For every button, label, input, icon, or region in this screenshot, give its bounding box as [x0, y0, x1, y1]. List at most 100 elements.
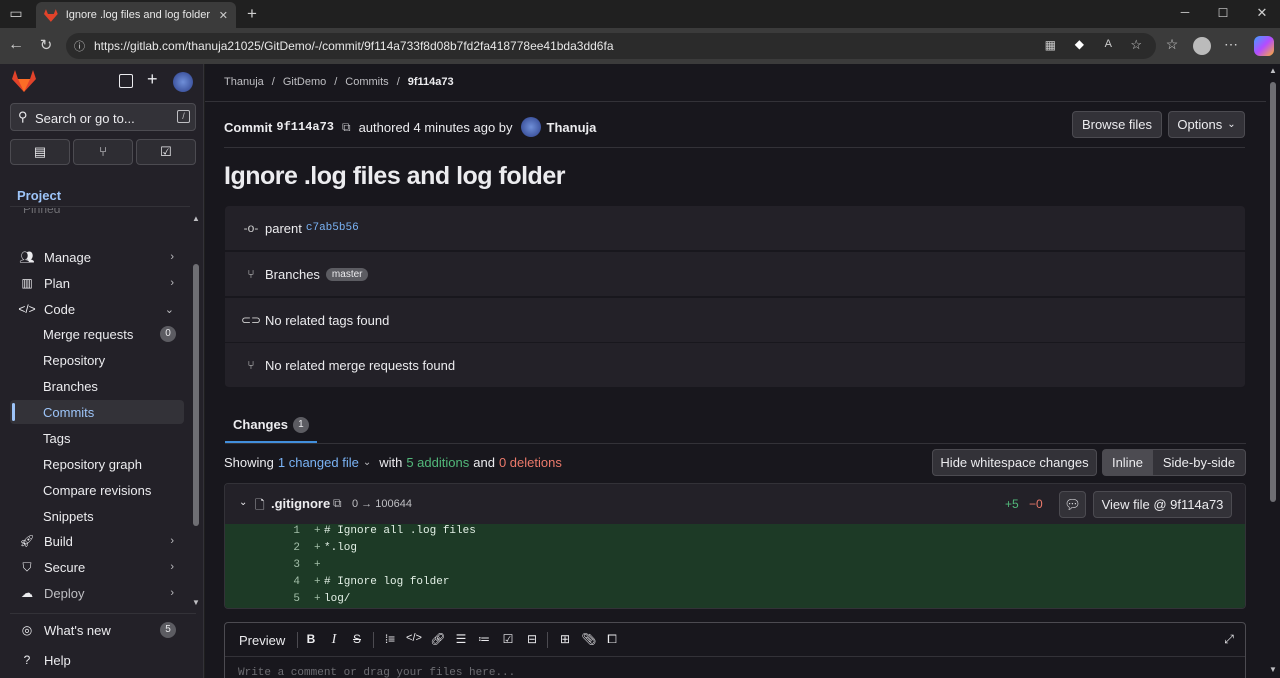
hide-whitespace-button[interactable]: Hide whitespace changes — [932, 449, 1097, 476]
sub-item-compare-revisions[interactable]: Compare revisions — [10, 478, 184, 502]
read-aloud-icon[interactable]: A — [1105, 38, 1112, 50]
more-menu-icon[interactable]: ⋯ — [1221, 36, 1241, 53]
quote-icon[interactable]: ⁞≡ — [382, 632, 398, 646]
scroll-down-arrow-icon[interactable]: ▼ — [192, 598, 200, 607]
link-icon[interactable]: 🔗︎ — [430, 632, 446, 646]
page-scrollbar[interactable]: ▲ ▼ — [1266, 64, 1280, 678]
breadcrumb-gitdemo[interactable]: GitDemo — [283, 76, 326, 88]
site-info-icon[interactable]: ⓘ — [74, 38, 85, 54]
gitlab-logo-icon[interactable] — [12, 70, 36, 92]
back-arrow-icon[interactable]: ← — [6, 36, 26, 54]
merge-requests-shortcut-button[interactable]: ⑂ — [73, 139, 133, 165]
breadcrumb-current[interactable]: 9f114a73 — [408, 76, 454, 88]
changed-file-dropdown[interactable]: 1 changed file — [278, 455, 359, 470]
help-link[interactable]: ? Help — [10, 648, 184, 672]
maximize-button[interactable]: ☐ — [1213, 6, 1233, 20]
scroll-up-arrow-icon[interactable]: ▲ — [1269, 66, 1277, 75]
tag-icon[interactable]: ◆ — [1075, 37, 1084, 51]
sub-item-repository-graph[interactable]: Repository graph — [10, 452, 184, 476]
line-number[interactable]: 1 — [280, 525, 300, 537]
app-available-icon[interactable]: ▦ — [1045, 38, 1056, 52]
fullscreen-icon[interactable]: ⤢ — [1221, 632, 1237, 647]
inline-view-button[interactable]: Inline — [1102, 449, 1153, 476]
tab-changes[interactable]: Changes 1 — [225, 408, 317, 443]
window-menu-icon[interactable]: ▭ — [6, 5, 26, 22]
plus-marker: + — [314, 576, 321, 588]
collapse-sidebar-icon[interactable] — [119, 74, 133, 88]
breadcrumb-commits[interactable]: Commits — [345, 76, 388, 88]
collapsible-section-icon[interactable]: ⊟ — [524, 632, 540, 646]
view-file-button[interactable]: View file @ 9f114a73 — [1093, 491, 1232, 518]
pinned-label[interactable]: Pinned — [23, 208, 60, 218]
quick-actions-icon[interactable]: ⧠ — [604, 632, 620, 647]
close-window-button[interactable]: ✕ — [1252, 5, 1272, 21]
sidebar-scrollbar-thumb[interactable] — [193, 264, 199, 526]
sub-item-snippets[interactable]: Snippets — [10, 504, 184, 528]
sub-item-merge-requests[interactable]: Merge requests 0 — [10, 322, 184, 346]
numbered-list-icon[interactable]: ≔ — [476, 632, 492, 646]
task-list-icon[interactable]: ☑ — [500, 632, 516, 646]
favorites-icon[interactable]: ☆ — [1162, 36, 1182, 53]
new-tab-button[interactable]: + — [242, 4, 262, 24]
breadcrumb-thanuja[interactable]: Thanuja — [224, 76, 264, 88]
todos-shortcut-button[interactable]: ☑ — [136, 139, 196, 165]
side-by-side-view-button[interactable]: Side-by-side — [1152, 449, 1246, 476]
sub-item-repository[interactable]: Repository — [10, 348, 184, 372]
reload-icon[interactable]: ↻ — [36, 36, 56, 54]
nav-item-secure[interactable]: ⛉ Secure › — [10, 555, 184, 579]
whats-new-link[interactable]: ◎ What's new 5 — [10, 618, 184, 642]
sub-item-commits[interactable]: Commits — [10, 400, 184, 424]
sidebar-scrollbar[interactable]: ▲ ▼ — [192, 214, 202, 609]
preview-toggle[interactable]: Preview — [239, 633, 285, 648]
issues-shortcut-button[interactable]: ▤ — [10, 139, 70, 165]
browse-files-button[interactable]: Browse files — [1072, 111, 1162, 138]
tab-close-icon[interactable]: ✕ — [219, 9, 228, 22]
page-scrollbar-thumb[interactable] — [1270, 82, 1276, 502]
bold-icon[interactable]: B — [303, 632, 319, 646]
line-number[interactable]: 3 — [280, 559, 300, 571]
bullet-list-icon[interactable]: ☰ — [453, 632, 469, 646]
italic-icon[interactable]: I — [326, 632, 342, 648]
nav-item-plan[interactable]: ▥ Plan › — [10, 271, 184, 295]
browser-tab[interactable]: Ignore .log files and log folder (9f ✕ — [36, 2, 236, 28]
file-name[interactable]: .gitignore — [271, 496, 330, 511]
create-new-icon[interactable]: + — [147, 69, 158, 90]
code-icon[interactable]: </> — [406, 632, 422, 644]
author-name[interactable]: Thanuja — [547, 120, 597, 135]
minimize-button[interactable]: ─ — [1175, 5, 1195, 19]
scroll-up-arrow-icon[interactable]: ▲ — [192, 214, 200, 223]
table-icon[interactable]: ⊞ — [557, 632, 573, 646]
chevron-down-icon[interactable]: ⌄ — [363, 457, 371, 468]
copilot-icon[interactable] — [1254, 36, 1274, 56]
comment-button[interactable]: 💬︎ — [1059, 491, 1086, 518]
plus-marker: + — [314, 559, 321, 571]
attach-file-icon[interactable]: 📎︎ — [581, 632, 597, 646]
user-avatar[interactable] — [173, 72, 193, 92]
copy-sha-icon[interactable]: ⧉ — [342, 120, 351, 135]
nav-item-build[interactable]: 🚀︎ Build › — [10, 529, 184, 553]
divider — [297, 632, 298, 648]
copy-path-icon[interactable]: ⧉ — [333, 496, 342, 511]
comment-textarea[interactable]: Write a comment or drag your files here.… — [238, 667, 515, 678]
search-input[interactable]: ⚲ Search or go to... / — [10, 103, 196, 131]
todo-check-icon: ☑ — [160, 144, 172, 159]
strikethrough-icon[interactable]: S — [349, 632, 365, 646]
collapse-file-chevron-icon[interactable]: ⌄ — [239, 497, 247, 508]
parent-sha-link[interactable]: c7ab5b56 — [306, 222, 359, 234]
scroll-down-arrow-icon[interactable]: ▼ — [1269, 665, 1277, 674]
favorite-star-icon[interactable]: ☆ — [1130, 37, 1142, 53]
profile-avatar[interactable] — [1193, 37, 1211, 55]
line-number[interactable]: 5 — [280, 593, 300, 605]
sub-item-tags[interactable]: Tags — [10, 426, 184, 450]
address-bar[interactable]: ⓘ https://gitlab.com/thanuja21025/GitDem… — [66, 33, 1156, 59]
nav-item-manage[interactable]: 👥︎ Manage › — [10, 245, 184, 269]
author-avatar[interactable] — [520, 117, 541, 137]
options-dropdown[interactable]: Options ⌄ — [1168, 111, 1245, 138]
branch-badge[interactable]: master — [325, 267, 369, 281]
line-number[interactable]: 2 — [280, 542, 300, 554]
sub-item-branches[interactable]: Branches — [10, 374, 184, 398]
nav-item-code[interactable]: </> Code ⌄ — [10, 297, 184, 321]
line-number[interactable]: 4 — [280, 576, 300, 588]
tab-changes-count: 1 — [292, 416, 309, 433]
nav-item-deploy[interactable]: ☁︎ Deploy › — [10, 581, 184, 605]
